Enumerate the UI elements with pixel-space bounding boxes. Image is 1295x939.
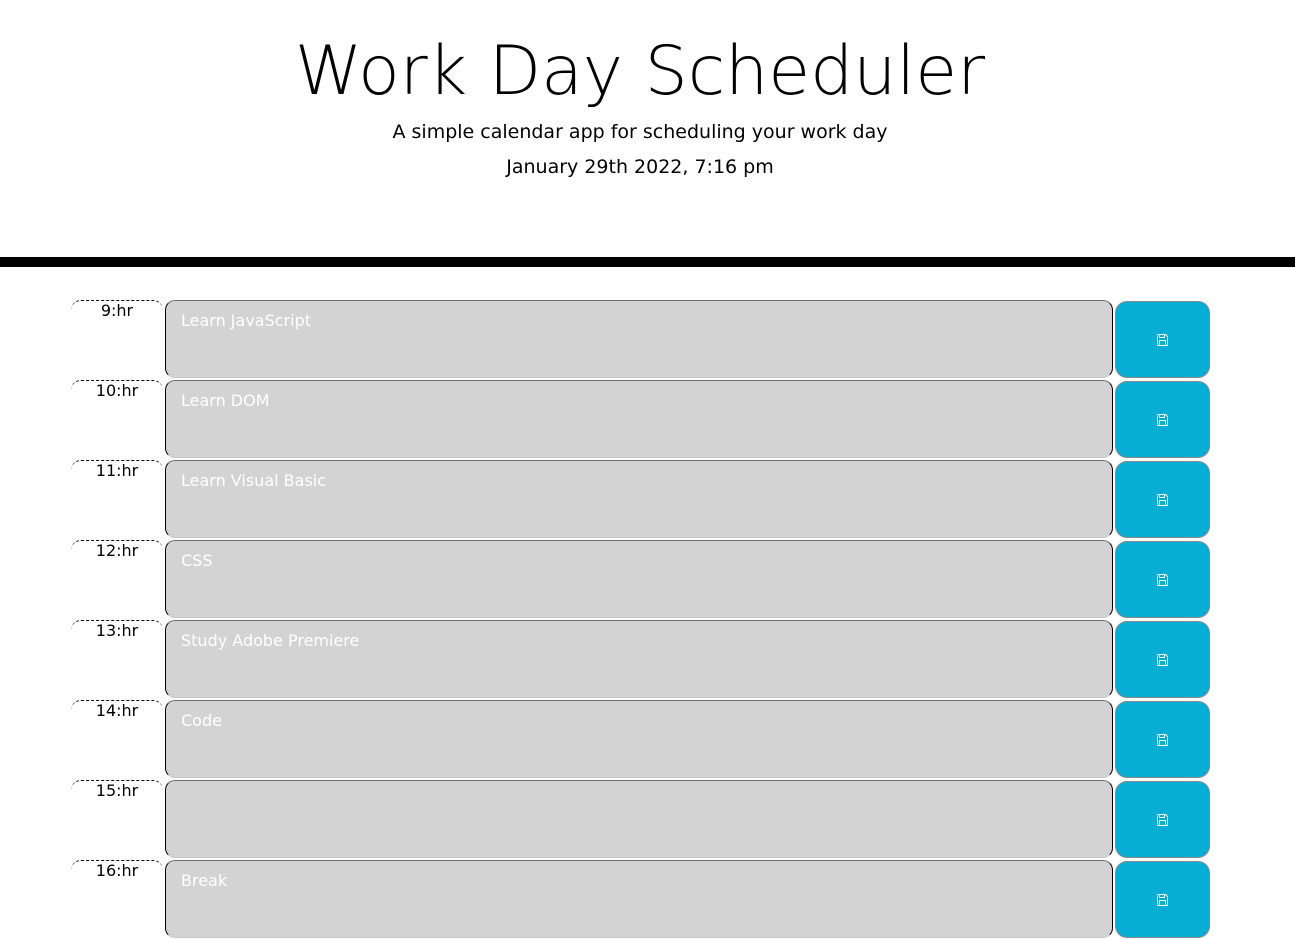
floppy-disk-icon [1157, 413, 1168, 426]
time-block-16: 16:hr Break [0, 860, 1295, 939]
page-title: Work Day Scheduler [294, 32, 986, 111]
floppy-disk-icon [1157, 493, 1168, 506]
save-button[interactable] [1115, 381, 1210, 458]
save-button[interactable] [1115, 301, 1210, 378]
floppy-disk-icon [1157, 813, 1168, 826]
task-input[interactable] [165, 780, 1113, 858]
time-block-9: 9:hr Learn JavaScript [0, 300, 1295, 380]
hour-label: 13:hr [71, 620, 163, 696]
time-block-14: 14:hr Code [0, 700, 1295, 780]
hour-label: 12:hr [71, 540, 163, 616]
save-button[interactable] [1115, 781, 1210, 858]
task-input[interactable]: Learn Visual Basic [165, 460, 1113, 538]
save-button[interactable] [1115, 861, 1210, 938]
hour-label: 16:hr [71, 860, 163, 936]
floppy-disk-icon [1157, 893, 1168, 906]
time-block-10: 10:hr Learn DOM [0, 380, 1295, 460]
time-block-11: 11:hr Learn Visual Basic [0, 460, 1295, 540]
time-block-15: 15:hr [0, 780, 1295, 860]
save-button[interactable] [1115, 461, 1210, 538]
task-input[interactable]: Learn DOM [165, 380, 1113, 458]
floppy-disk-icon [1157, 733, 1168, 746]
time-block-13: 13:hr Study Adobe Premiere [0, 620, 1295, 700]
task-input[interactable]: CSS [165, 540, 1113, 618]
page-subtitle: A simple calendar app for scheduling you… [392, 121, 888, 143]
hour-label: 9:hr [71, 300, 163, 376]
task-input[interactable]: Study Adobe Premiere [165, 620, 1113, 698]
hour-label: 11:hr [71, 460, 163, 536]
save-button[interactable] [1115, 621, 1210, 698]
floppy-disk-icon [1157, 573, 1168, 586]
save-button[interactable] [1115, 701, 1210, 778]
hour-label: 14:hr [71, 700, 163, 776]
current-day: January 29th 2022, 7:16 pm [506, 156, 774, 178]
task-input[interactable]: Break [165, 860, 1113, 938]
hour-label: 10:hr [71, 380, 163, 456]
hour-label: 15:hr [71, 780, 163, 856]
floppy-disk-icon [1157, 653, 1168, 666]
header: Work Day Scheduler A simple calendar app… [0, 0, 1295, 257]
task-input[interactable]: Learn JavaScript [165, 300, 1113, 378]
header-divider [0, 257, 1295, 267]
time-block-12: 12:hr CSS [0, 540, 1295, 620]
save-button[interactable] [1115, 541, 1210, 618]
task-input[interactable]: Code [165, 700, 1113, 778]
floppy-disk-icon [1157, 333, 1168, 346]
